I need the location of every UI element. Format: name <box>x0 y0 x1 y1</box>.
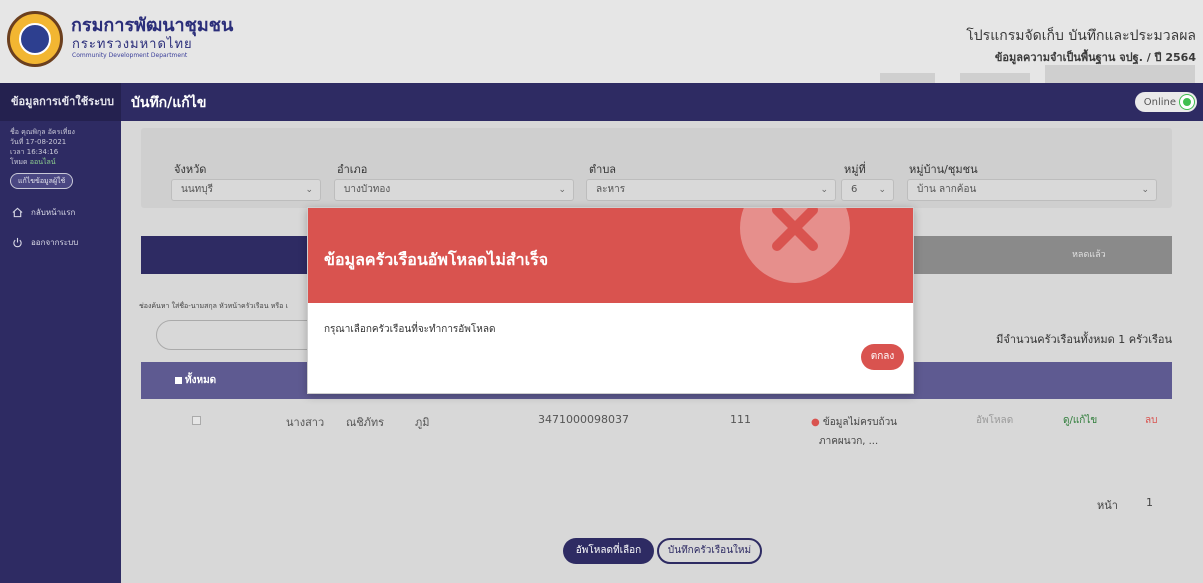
close-x-icon <box>772 208 818 251</box>
modal-message: กรุณาเลือกครัวเรือนที่จะทำการอัพโหลด <box>324 324 496 335</box>
error-circle <box>740 208 850 283</box>
modal-header: ข้อมูลครัวเรือนอัพโหลดไม่สำเร็จ <box>308 208 913 303</box>
modal-ok-button[interactable]: ตกลง <box>861 344 904 370</box>
modal-title: ข้อมูลครัวเรือนอัพโหลดไม่สำเร็จ <box>324 250 549 269</box>
error-modal: ข้อมูลครัวเรือนอัพโหลดไม่สำเร็จ กรุณาเลื… <box>307 207 914 394</box>
